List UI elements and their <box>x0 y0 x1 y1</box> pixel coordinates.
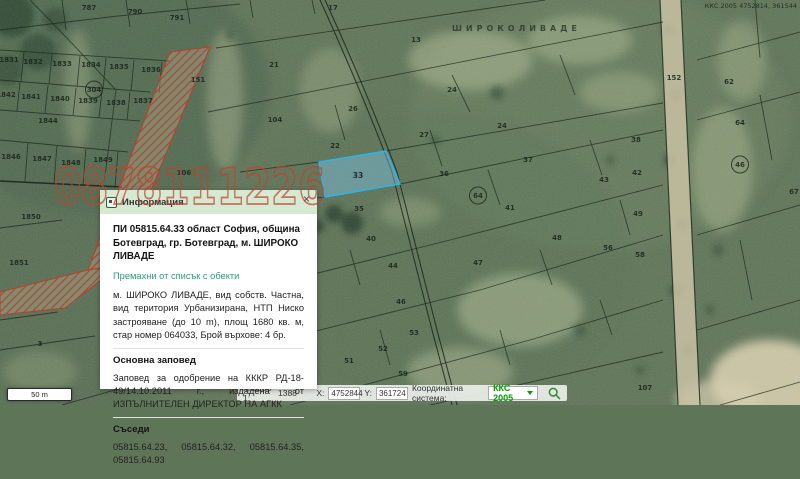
parcel-label: 62 <box>724 78 734 86</box>
parcel-label: 40 <box>366 235 376 243</box>
section-neighbors-title: Съседи <box>113 423 304 437</box>
parcel-label: 24 <box>447 86 457 94</box>
parcel-label: 1840 <box>50 95 70 103</box>
parcel-label: 1841 <box>21 93 41 101</box>
info-panel: Информация × ПИ 05815.64.33 област София… <box>100 190 317 389</box>
parcel-label: 26 <box>348 105 358 113</box>
parcel-label: 58 <box>635 251 645 259</box>
crs-label: Координатна система: <box>412 383 484 403</box>
section-order-text: Заповед за одобрение на КККР РД-18-49/14… <box>113 372 304 412</box>
info-panel-title: Информация <box>122 197 184 208</box>
parcel-label: 53 <box>409 329 419 337</box>
parcel-label: 1838 <box>106 99 126 107</box>
map-scale-bar: 50 m <box>7 388 72 401</box>
parcel-label: 151 <box>191 76 206 84</box>
place-label: ШИРОКОЛИВАДЕ <box>452 24 581 33</box>
parcel-label: 790 <box>128 8 143 16</box>
parcel-label: 1834 <box>81 61 101 69</box>
parcel-heading: ПИ 05815.64.33 област София, община Боте… <box>113 223 304 264</box>
parcel-label: 36 <box>439 170 449 178</box>
y-coordinate-input[interactable]: 361724 <box>376 387 408 400</box>
parcel-label: 1836 <box>141 66 161 74</box>
parcel-label: 1849 <box>93 156 113 164</box>
crs-value: ККС 2005 <box>493 383 524 403</box>
divider <box>113 417 304 418</box>
parcel-label: 24 <box>497 122 507 130</box>
parcel-label: 43 <box>599 176 609 184</box>
parcel-label: 152 <box>667 74 682 82</box>
parcel-label: 1842 <box>0 91 16 99</box>
parcel-label: 1833 <box>52 60 72 68</box>
parcel-label: 52 <box>378 345 388 353</box>
parcel-label: 49 <box>633 210 643 218</box>
divider <box>113 348 304 349</box>
parcel-label: 3 <box>38 340 43 348</box>
parcel-label: 107 <box>638 384 653 392</box>
info-icon <box>106 197 117 208</box>
parcel-label: 51 <box>344 357 354 365</box>
info-panel-header[interactable]: Информация × <box>100 190 317 214</box>
parcel-label: 64 <box>735 119 745 127</box>
section-neighbors-text: 05815.64.23, 05815.64.32, 05815.64.35, 0… <box>113 441 304 467</box>
parcel-label: 35 <box>354 205 364 213</box>
parcel-label: 48 <box>552 234 562 242</box>
parcel-label: 46 <box>735 161 745 169</box>
gis-app: { "map": { "place_label": "ШИРОКОЛИВАДЕ"… <box>0 0 800 405</box>
parcel-label: 21 <box>269 61 279 69</box>
parcel-label: 1837 <box>133 97 153 105</box>
parcel-label: 56 <box>603 244 613 252</box>
parcel-label: 44 <box>388 262 398 270</box>
parcel-label: 27 <box>419 131 429 139</box>
parcel-label: 1847 <box>32 155 52 163</box>
parcel-label: 1851 <box>9 259 29 267</box>
x-label: X: <box>316 388 324 398</box>
parcel-label: 304 <box>87 86 102 94</box>
parcel-label: 22 <box>330 142 340 150</box>
search-icon[interactable] <box>548 387 561 400</box>
parcel-description: м. ШИРОКО ЛИВАДЕ, вид собств. Частна, ви… <box>113 289 304 342</box>
parcel-label: 42 <box>632 169 642 177</box>
parcel-label: 13 <box>411 36 421 44</box>
section-order-title: Основна заповед <box>113 354 304 368</box>
selected-parcel-label: 33 <box>353 171 363 180</box>
parcel-label: 1831 <box>0 56 19 64</box>
y-label: Y: <box>364 388 372 398</box>
parcel-label: 1848 <box>61 159 81 167</box>
parcel-label: 1832 <box>23 58 43 66</box>
parcel-label: 59 <box>398 370 408 378</box>
parcel-label: 17 <box>328 4 338 12</box>
remove-from-list-link[interactable]: Премахни от списък с обекти <box>113 270 304 283</box>
crs-dropdown[interactable]: ККС 2005 <box>488 386 538 400</box>
parcel-label: 41 <box>505 204 515 212</box>
parcel-label: 104 <box>268 116 283 124</box>
parcel-label: 37 <box>523 156 533 164</box>
close-icon[interactable]: × <box>303 193 310 205</box>
corner-coordinates: ККС 2005 4752814, 361544 <box>705 2 797 10</box>
parcel-label: 1844 <box>38 117 58 125</box>
parcel-label: 67 <box>789 188 799 196</box>
parcel-label: 47 <box>473 259 483 267</box>
parcel-label: 1846 <box>1 153 21 161</box>
parcel-label: 1850 <box>21 213 41 221</box>
parcel-label: 787 <box>82 4 97 12</box>
parcel-label: 791 <box>170 14 185 22</box>
parcel-label: 1835 <box>109 63 129 71</box>
parcel-label: 38 <box>631 136 641 144</box>
info-panel-body: ПИ 05815.64.33 област София, община Боте… <box>100 214 317 479</box>
parcel-label: 106 <box>177 169 192 177</box>
parcel-label: 46 <box>396 298 406 306</box>
x-coordinate-input[interactable]: 4752844 <box>328 387 360 400</box>
chevron-down-icon <box>527 391 533 395</box>
parcel-label: 64 <box>473 192 483 200</box>
